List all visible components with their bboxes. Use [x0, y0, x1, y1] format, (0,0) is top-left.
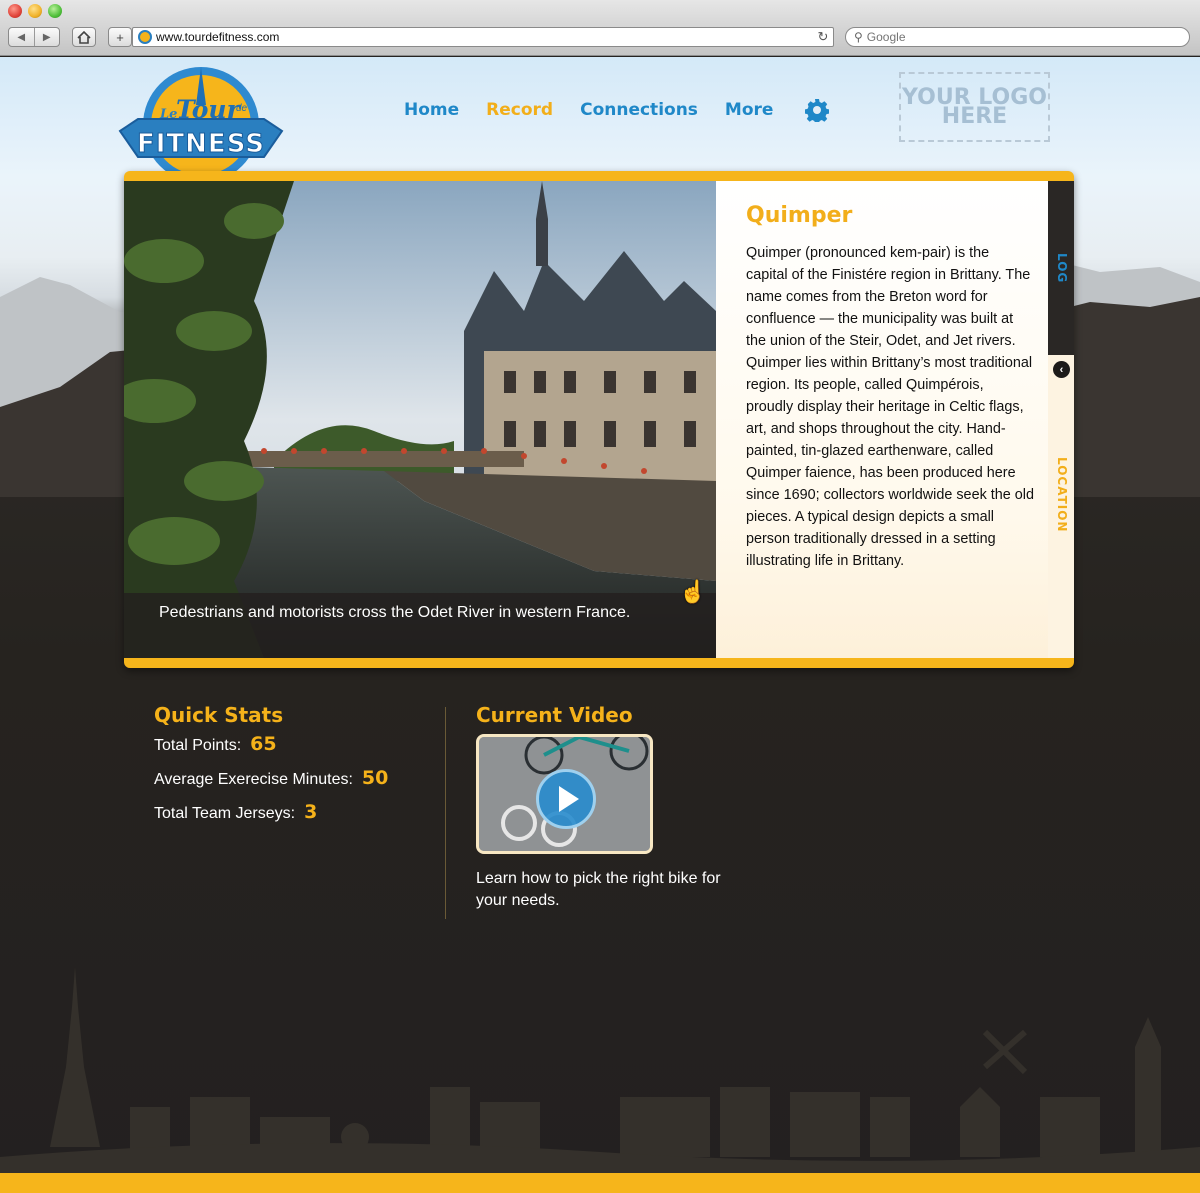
location-title: Quimper — [746, 203, 853, 228]
feature-panel: Pedestrians and motorists cross the Odet… — [124, 171, 1074, 668]
nav-record[interactable]: Record — [486, 100, 553, 120]
zoom-window-button[interactable] — [48, 4, 62, 18]
logo-le-text: Le — [160, 107, 178, 122]
tab-log-label: LOG — [1055, 253, 1069, 284]
history-buttons: ◀ ▶ — [8, 27, 60, 47]
home-button[interactable] — [72, 27, 96, 47]
play-icon[interactable] — [536, 769, 596, 829]
quick-stats: Quick Stats Total Points: 65 Average Exe… — [154, 703, 434, 835]
search-box[interactable]: ⚲ — [845, 27, 1190, 47]
side-tabs: LOG ‹ LOCATION — [1048, 181, 1074, 658]
nav-home[interactable]: Home — [404, 100, 459, 120]
reload-icon[interactable]: ↻ — [813, 29, 833, 45]
back-arrow-icon[interactable]: ◀ — [9, 28, 35, 46]
quimper-river-photo — [124, 181, 716, 658]
current-video: Current Video Learn how to pick the righ… — [476, 703, 776, 912]
tab-location[interactable]: LOCATION — [1048, 431, 1074, 541]
stat-label: Total Team Jerseys: — [154, 805, 296, 822]
tab-location-label: LOCATION — [1055, 457, 1069, 533]
close-window-button[interactable] — [8, 4, 22, 18]
video-thumbnail[interactable] — [476, 734, 653, 854]
add-bookmark-button[interactable]: + — [108, 27, 132, 47]
video-description: Learn how to pick the right bike for you… — [476, 870, 721, 909]
photo-caption: Pedestrians and motorists cross the Odet… — [124, 593, 716, 658]
logo-de-text: de — [236, 103, 248, 114]
address-bar[interactable]: www.tourdefitness.com ↻ — [132, 27, 834, 47]
location-info: Quimper Quimper (pronounced kem-pair) is… — [716, 181, 1048, 658]
stat-average-minutes: Average Exerecise Minutes: 50 — [154, 767, 434, 801]
site-favicon — [138, 30, 152, 44]
url-text[interactable]: www.tourdefitness.com — [156, 30, 813, 44]
search-input[interactable] — [866, 30, 1167, 44]
forward-arrow-icon[interactable]: ▶ — [35, 28, 60, 46]
location-description: Quimper (pronounced kem-pair) is the cap… — [746, 245, 1034, 569]
current-video-title: Current Video — [476, 703, 633, 727]
stat-value: 3 — [304, 801, 318, 823]
logo-fitness-text: FITNESS — [137, 129, 265, 160]
main-nav: Home Record Connections More — [404, 97, 830, 123]
logo-badge — [118, 67, 284, 183]
browser-chrome: ◀ ▶ + www.tourdefitness.com ↻ ⚲ — [0, 0, 1200, 56]
home-icon — [77, 30, 91, 44]
feature-photo: Pedestrians and motorists cross the Odet… — [124, 181, 716, 658]
tab-log[interactable]: LOG — [1048, 181, 1074, 355]
chevron-left-icon[interactable]: ‹ — [1053, 361, 1070, 378]
your-logo-placeholder: YOUR LOGO HERE — [899, 72, 1050, 142]
stat-total-points: Total Points: 65 — [154, 733, 434, 767]
stat-label: Total Points: — [154, 737, 242, 754]
gear-icon[interactable] — [805, 98, 830, 122]
page: Le Tour de FITNESS Home Record Connectio… — [0, 57, 1200, 1193]
hand-cursor-icon: ☝ — [679, 579, 707, 604]
stat-value: 50 — [361, 767, 389, 789]
plus-icon: + — [116, 29, 124, 45]
stat-value: 65 — [250, 733, 277, 755]
nav-connections[interactable]: Connections — [580, 100, 698, 120]
site-logo[interactable]: Le Tour de FITNESS — [118, 65, 284, 187]
nav-more[interactable]: More — [725, 100, 774, 120]
stat-label: Average Exerecise Minutes: — [154, 771, 353, 788]
minimize-window-button[interactable] — [28, 4, 42, 18]
footer-bar — [0, 1173, 1200, 1193]
stat-team-jerseys: Total Team Jerseys: 3 — [154, 801, 434, 835]
magnifier-icon: ⚲ — [854, 30, 863, 44]
city-silhouette — [0, 967, 1200, 1177]
section-divider — [445, 707, 446, 919]
quick-stats-title: Quick Stats — [154, 703, 284, 727]
logo-tour-text: Tour — [176, 95, 240, 124]
